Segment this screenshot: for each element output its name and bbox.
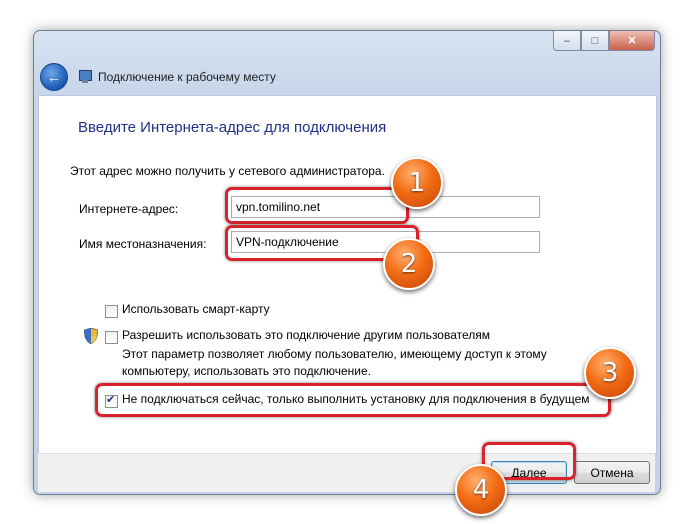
address-label: Интернете-адрес: xyxy=(79,202,179,216)
allow-others-desc-2: компьютеру, использовать это подключение… xyxy=(122,364,371,378)
callout-badge-2: 2 xyxy=(383,238,435,290)
wizard-content: Введите Интернета-адрес для подключения … xyxy=(38,95,657,454)
wizard-nav-bar: ← Подключение к рабочему месту xyxy=(38,59,656,95)
smartcard-label: Использовать смарт-карту xyxy=(122,302,270,316)
no-connect-checkbox[interactable] xyxy=(105,393,118,408)
destination-input[interactable] xyxy=(231,231,540,253)
smartcard-checkbox[interactable] xyxy=(105,305,118,318)
cancel-button[interactable]: Отмена xyxy=(574,461,650,484)
callout-badge-1: 1 xyxy=(391,157,443,209)
title-bar-controls: ‒ □ ✕ xyxy=(553,31,655,51)
uac-shield-icon xyxy=(84,328,98,344)
minimize-button[interactable]: ‒ xyxy=(553,31,581,51)
close-button[interactable]: ✕ xyxy=(609,31,655,51)
destination-label: Имя местоназначения: xyxy=(79,237,207,251)
no-connect-label: Не подключаться сейчас, только выполнить… xyxy=(122,392,590,406)
allow-others-checkbox[interactable] xyxy=(105,331,118,344)
hint-text: Этот адрес можно получить у сетевого адм… xyxy=(70,164,385,178)
network-computer-icon xyxy=(76,69,92,85)
window-title: Подключение к рабочему месту xyxy=(98,70,276,84)
callout-badge-3: 3 xyxy=(584,347,636,399)
wizard-window: ‒ □ ✕ ← Подключение к рабочему месту Вве… xyxy=(33,30,661,495)
allow-others-label: Разрешить использовать это подключение д… xyxy=(122,328,491,342)
address-input[interactable] xyxy=(231,196,540,218)
back-arrow-icon[interactable]: ← xyxy=(40,63,68,91)
page-heading: Введите Интернета-адрес для подключения xyxy=(78,119,387,136)
wizard-footer: Далее Отмена xyxy=(38,453,655,492)
allow-others-desc-1: Этот параметр позволяет любому пользоват… xyxy=(122,347,547,361)
maximize-button[interactable]: □ xyxy=(581,31,609,51)
callout-badge-4: 4 xyxy=(455,464,507,516)
